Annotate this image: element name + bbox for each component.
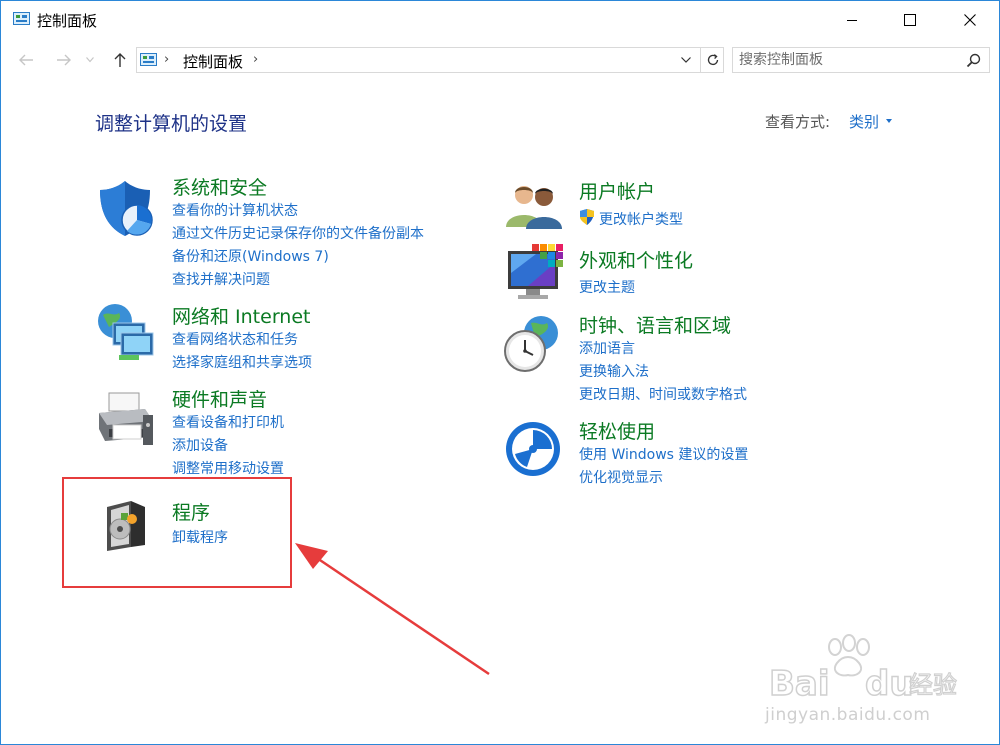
- address-history-button[interactable]: [675, 48, 697, 72]
- refresh-button[interactable]: [700, 48, 725, 72]
- appearance-monitor-icon[interactable]: [506, 243, 566, 303]
- forward-arrow-icon: [57, 54, 71, 66]
- link-change-date-time-format[interactable]: 更改日期、时间或数字格式: [579, 384, 747, 404]
- category-system-security[interactable]: 系统和安全: [172, 173, 267, 200]
- recent-locations-button[interactable]: [83, 49, 97, 71]
- view-by-dropdown[interactable]: 类别: [849, 111, 879, 132]
- link-add-device[interactable]: 添加设备: [172, 435, 228, 455]
- network-globe-icon[interactable]: [95, 301, 157, 363]
- dropdown-arrow-icon[interactable]: [886, 119, 892, 123]
- category-user-accounts[interactable]: 用户帐户: [579, 177, 655, 204]
- svg-text:du: du: [865, 664, 914, 704]
- annotation-arrow-icon: [295, 543, 490, 676]
- breadcrumb-control-panel[interactable]: 控制面板: [183, 51, 243, 72]
- link-optimize-display[interactable]: 优化视觉显示: [579, 467, 663, 487]
- link-recommended-settings[interactable]: 使用 Windows 建议的设置: [579, 444, 748, 464]
- search-icon[interactable]: [966, 53, 981, 68]
- link-troubleshoot[interactable]: 查找并解决问题: [172, 269, 270, 289]
- breadcrumb-chevron-icon[interactable]: ›: [164, 52, 169, 67]
- window-title: 控制面板: [37, 12, 98, 30]
- close-button[interactable]: [947, 1, 993, 39]
- back-arrow-icon: [19, 54, 33, 66]
- breadcrumb-chevron-icon[interactable]: ›: [253, 52, 258, 67]
- maximize-icon: [904, 14, 916, 26]
- forward-button[interactable]: [53, 49, 75, 71]
- minimize-icon: [847, 20, 857, 21]
- up-arrow-icon: [114, 53, 126, 67]
- category-ease-of-access[interactable]: 轻松使用: [579, 417, 655, 444]
- view-by-label: 查看方式:: [765, 113, 831, 131]
- printer-icon[interactable]: [95, 389, 157, 449]
- link-backup-restore[interactable]: 备份和还原(Windows 7): [172, 246, 329, 266]
- link-view-computer-status[interactable]: 查看你的计算机状态: [172, 200, 298, 220]
- link-homegroup[interactable]: 选择家庭组和共享选项: [172, 352, 312, 372]
- control-panel-window: 控制面板 › 控制面板 › 搜索控制面板 调整计算机的设置 查看方式: 类别 系…: [0, 0, 1000, 745]
- highlight-box: [62, 477, 292, 588]
- category-clock-region[interactable]: 时钟、语言和区域: [579, 311, 731, 338]
- link-file-history[interactable]: 通过文件历史记录保存你的文件备份副本: [172, 223, 424, 243]
- title-bar[interactable]: 控制面板: [1, 1, 999, 39]
- refresh-icon: [707, 54, 719, 66]
- svg-text:经验: 经验: [909, 671, 957, 699]
- chevron-down-icon: [681, 57, 691, 63]
- minimize-button[interactable]: [829, 1, 875, 39]
- control-panel-icon: [140, 53, 157, 66]
- category-network-internet[interactable]: 网络和 Internet: [172, 302, 310, 329]
- link-add-language[interactable]: 添加语言: [579, 338, 635, 358]
- category-hardware-sound[interactable]: 硬件和声音: [172, 385, 267, 412]
- clock-globe-icon[interactable]: [501, 313, 563, 375]
- category-appearance[interactable]: 外观和个性化: [579, 246, 693, 273]
- maximize-button[interactable]: [887, 1, 933, 39]
- page-title: 调整计算机的设置: [95, 113, 248, 135]
- watermark-url: jingyan.baidu.com: [765, 705, 931, 725]
- link-devices-printers[interactable]: 查看设备和打印机: [172, 412, 284, 432]
- shield-icon[interactable]: [97, 178, 157, 238]
- search-input[interactable]: [739, 50, 959, 70]
- close-icon: [964, 14, 976, 26]
- back-button[interactable]: [15, 49, 37, 71]
- link-change-input-method[interactable]: 更换输入法: [579, 361, 649, 381]
- link-mobility-settings[interactable]: 调整常用移动设置: [172, 458, 284, 478]
- link-change-account-type[interactable]: 更改帐户类型: [599, 209, 683, 229]
- link-network-status[interactable]: 查看网络状态和任务: [172, 329, 298, 349]
- address-bar[interactable]: › 控制面板 ›: [136, 47, 724, 73]
- svg-text:Bai: Bai: [769, 664, 830, 704]
- up-button[interactable]: [109, 49, 131, 71]
- chevron-down-icon: [86, 57, 94, 63]
- search-box[interactable]: [732, 47, 990, 73]
- uac-shield-icon: [580, 209, 594, 225]
- link-change-theme[interactable]: 更改主题: [579, 277, 635, 297]
- user-accounts-icon[interactable]: [504, 181, 564, 229]
- control-panel-icon: [13, 12, 30, 25]
- ease-of-access-icon[interactable]: [505, 421, 561, 477]
